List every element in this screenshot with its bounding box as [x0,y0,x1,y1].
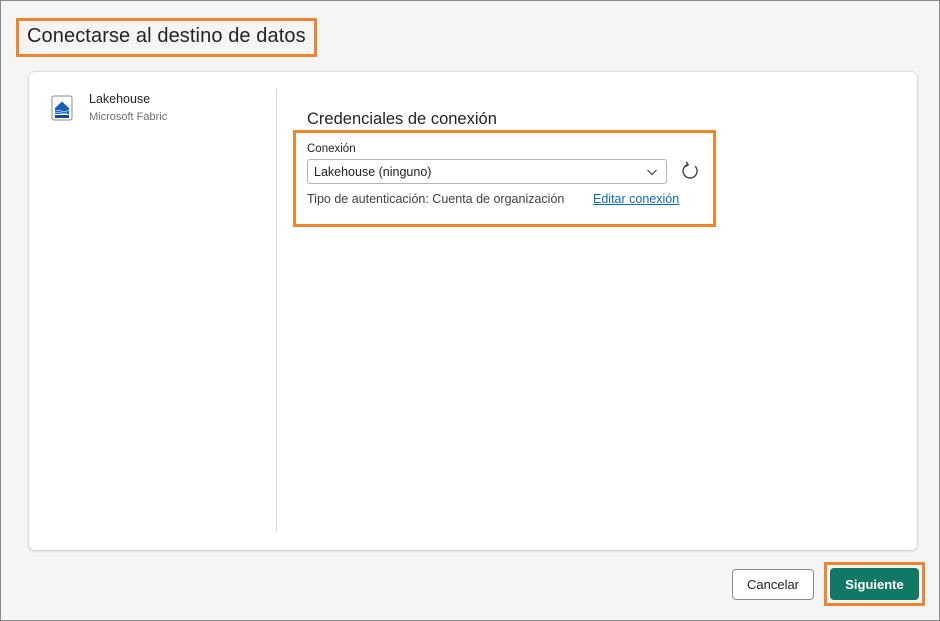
cancel-button[interactable]: Cancelar [732,569,814,600]
title-highlight-box [16,18,317,57]
sidebar-item-label: Lakehouse [89,92,150,106]
section-title: Credenciales de conexión [307,110,497,129]
credentials-highlight-box [293,130,716,227]
dialog: Conectarse al destino de datos Lakehouse… [0,0,940,621]
sidebar-item-lakehouse[interactable]: Lakehouse Microsoft Fabric [29,72,276,142]
vertical-divider [276,89,277,532]
next-highlight-box [824,562,925,606]
lakehouse-icon [51,95,73,121]
sidebar-item-sublabel: Microsoft Fabric [89,111,167,123]
